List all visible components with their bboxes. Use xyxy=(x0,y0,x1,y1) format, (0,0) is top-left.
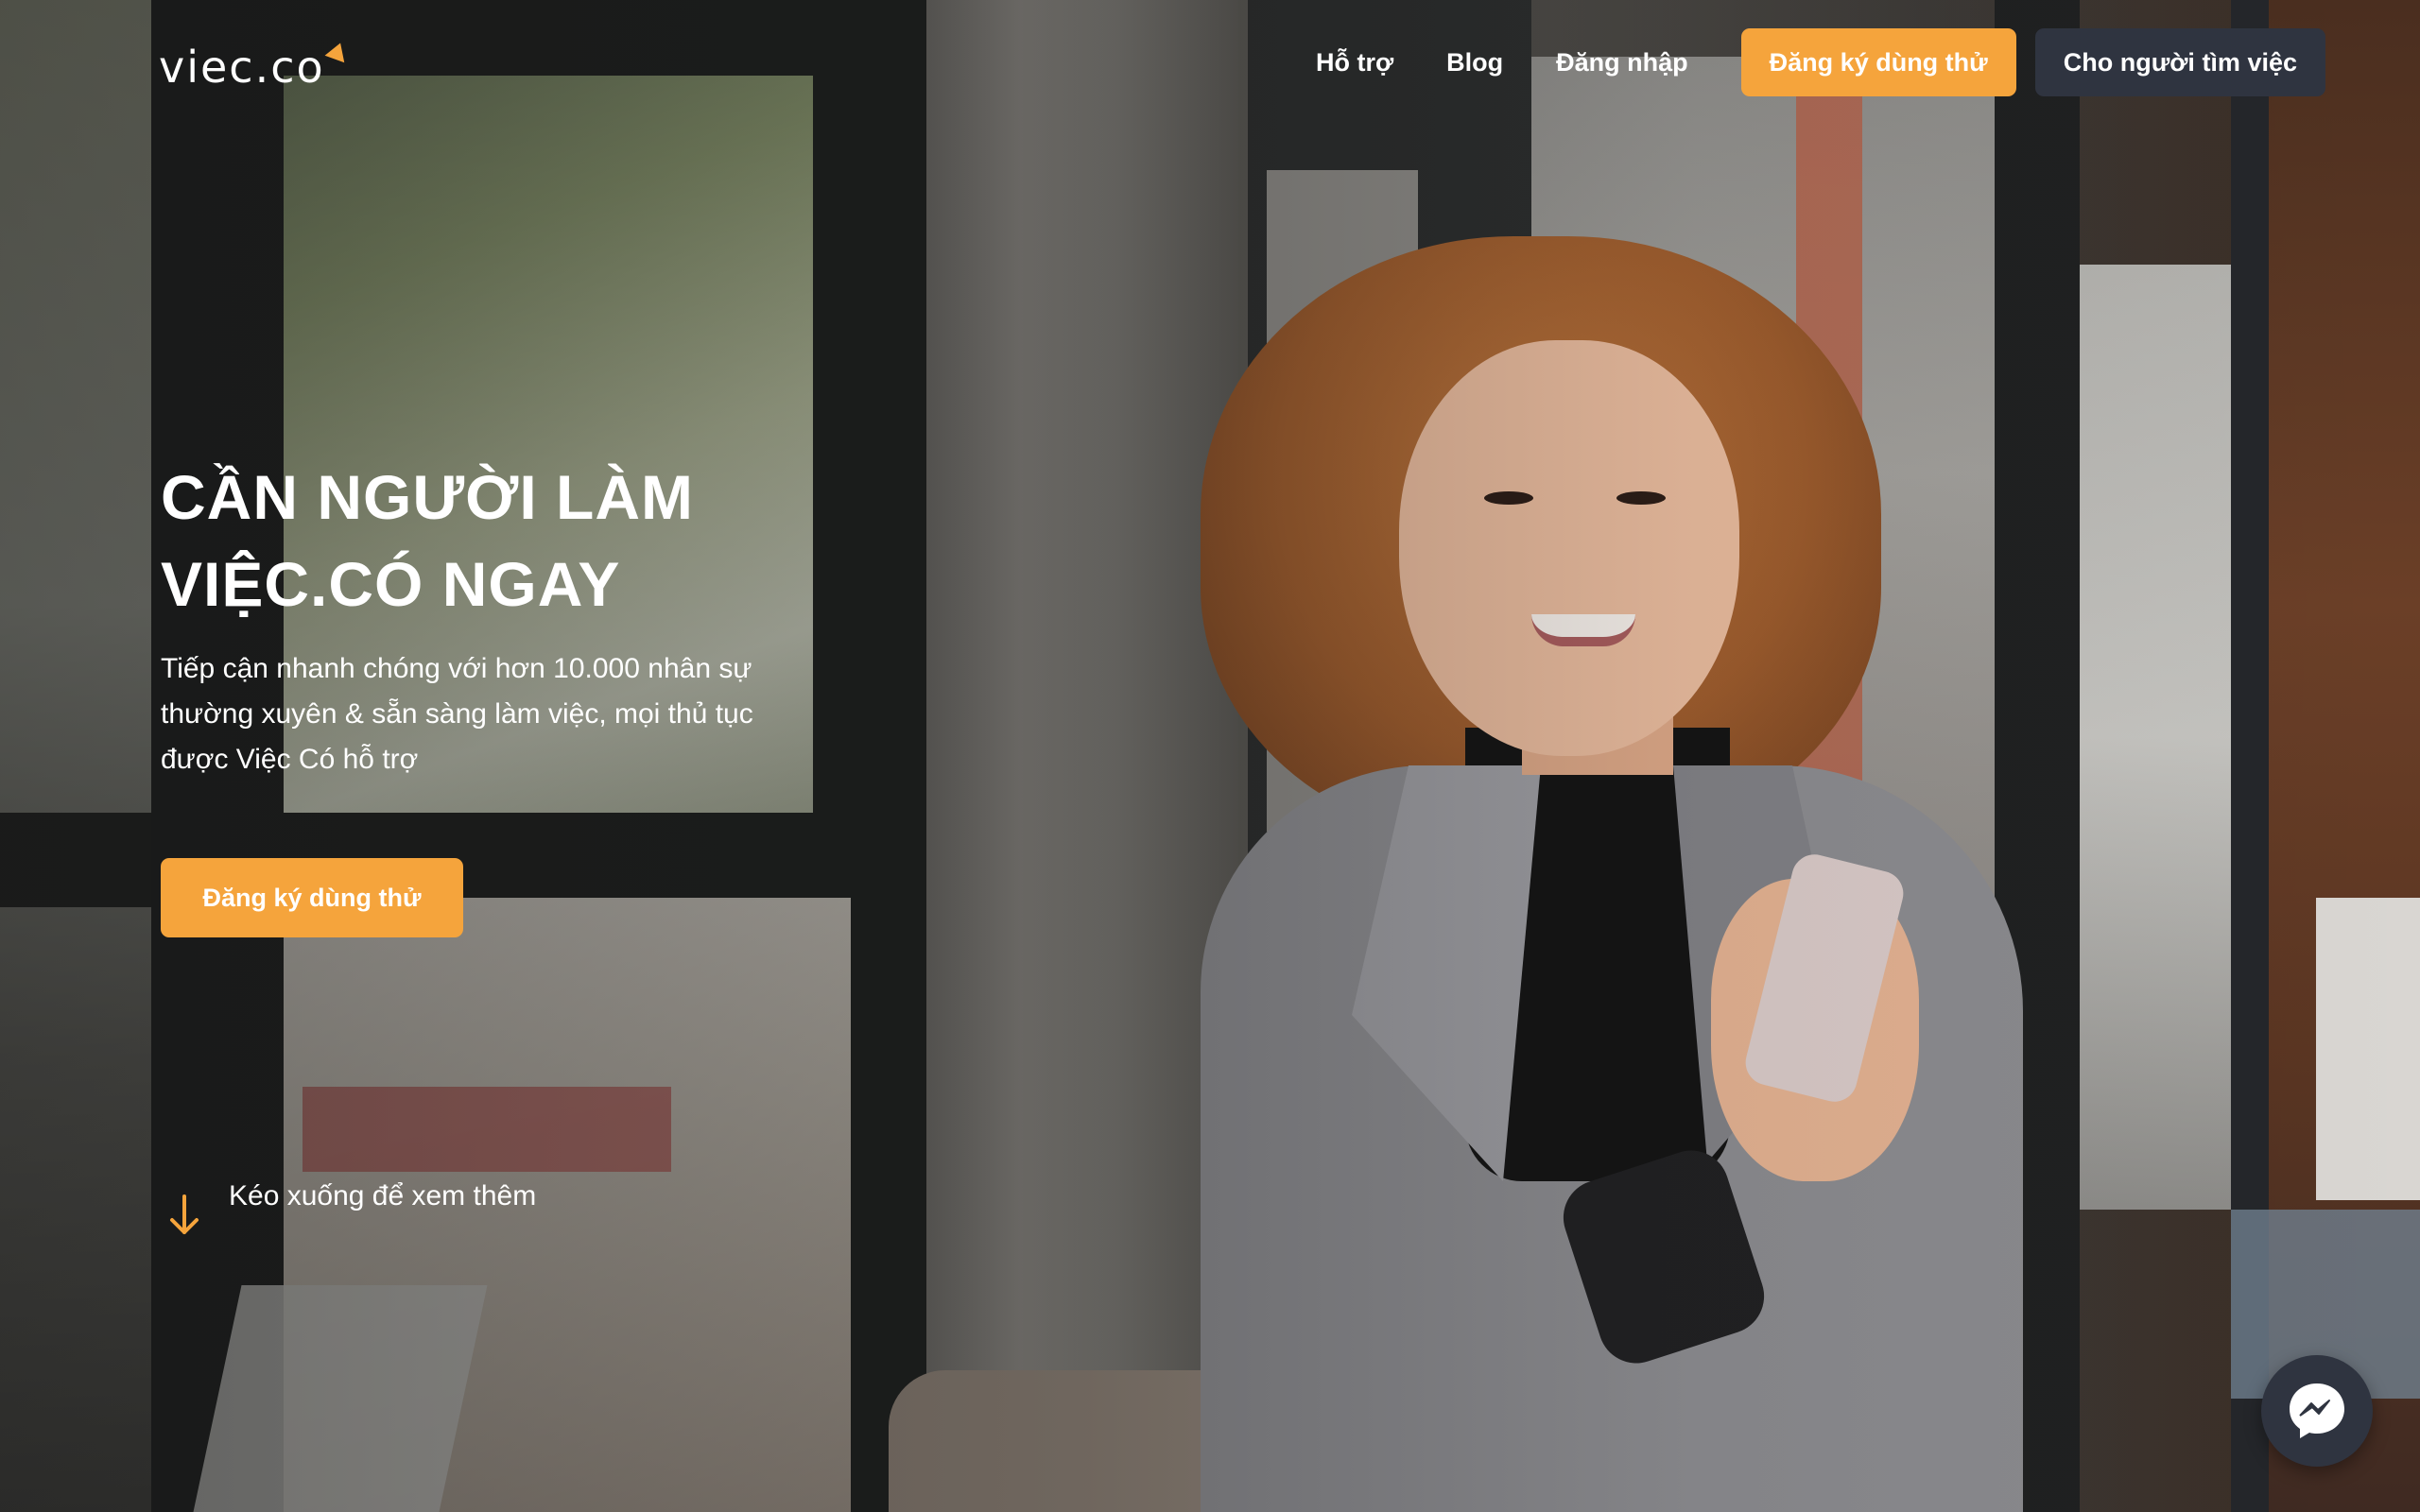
hero-section: viec.co Hỗ trợ Blog Đăng nhập Đăng ký dù… xyxy=(0,0,2420,1512)
messenger-chat-button[interactable] xyxy=(2261,1355,2373,1467)
scroll-hint[interactable]: Kéo xuống để xem thêm xyxy=(168,1172,536,1236)
hero-subtitle-line1: Tiếp cận nhanh chóng với hơn 10.000 nhân… xyxy=(161,653,752,684)
top-navbar: viec.co Hỗ trợ Blog Đăng nhập Đăng ký dù… xyxy=(0,0,2420,132)
nav-links: Hỗ trợ Blog Đăng nhập Đăng ký dùng thử C… xyxy=(1316,28,2325,96)
nav-jobseeker-button[interactable]: Cho người tìm việc xyxy=(2034,28,2325,96)
hero-trial-button[interactable]: Đăng ký dùng thử xyxy=(161,858,463,937)
messenger-icon xyxy=(2290,1383,2344,1438)
hero-subtitle: Tiếp cận nhanh chóng với hơn 10.000 nhân… xyxy=(161,646,841,782)
logo-arrow-icon xyxy=(324,39,351,63)
hero-title-line1: CẦN NGƯỜI LÀM xyxy=(161,462,695,532)
nav-trial-button[interactable]: Đăng ký dùng thử xyxy=(1740,28,2016,96)
logo-text: viec.co xyxy=(159,42,325,93)
brand-logo[interactable]: viec.co xyxy=(159,39,351,93)
nav-link-support[interactable]: Hỗ trợ xyxy=(1316,48,1393,77)
nav-link-blog[interactable]: Blog xyxy=(1446,48,1503,77)
scroll-hint-text: Kéo xuống để xem thêm xyxy=(229,1180,537,1211)
nav-link-login[interactable]: Đăng nhập xyxy=(1556,48,1688,77)
hero-subtitle-line3: được Việc Có hỗ trợ xyxy=(161,744,419,775)
arrow-down-icon xyxy=(170,1194,199,1234)
hero-title-line2: VIỆC.CÓ NGAY xyxy=(161,549,621,619)
hero-title: CẦN NGƯỜI LÀM VIỆC.CÓ NGAY xyxy=(161,454,1011,627)
hero-subtitle-line2: thường xuyên & sẵn sàng làm việc, mọi th… xyxy=(161,698,753,730)
